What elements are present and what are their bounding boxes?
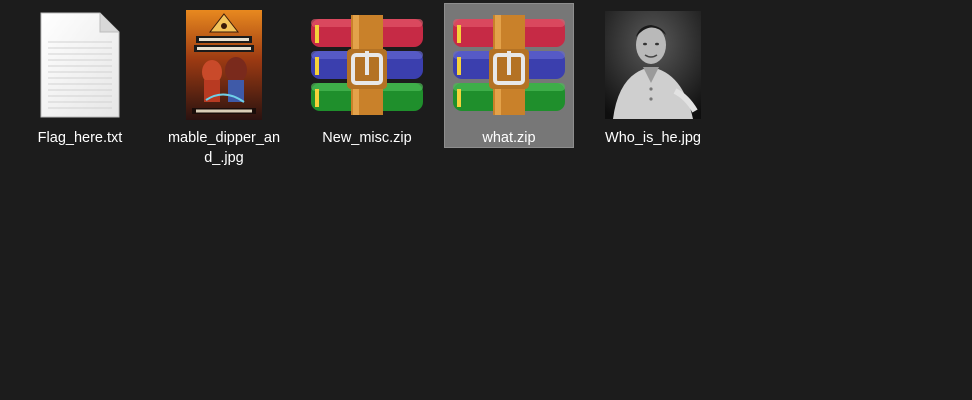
file-item-what-zip[interactable]: what.zip [444,3,574,148]
file-name-label: what.zip [482,130,536,146]
image-thumbnail-icon [186,10,262,120]
file-item-mable-dipper[interactable]: mable_dipper_and_.jpg [159,3,289,166]
file-name-label: Flag_here.txt [37,130,123,146]
file-name-label: New_misc.zip [322,130,412,146]
file-item-flag-here[interactable]: Flag_here.txt [15,3,145,148]
file-item-who-is-he[interactable]: Who_is_he.jpg [588,3,718,148]
winrar-archive-icon [309,15,425,115]
text-file-icon [40,12,120,118]
file-name-label: mable_dipper_and_.jpg [167,130,281,166]
photo-thumbnail-icon [605,11,701,119]
file-explorer-view: Flag_here.txt mable_dipper_and_.jpg New_… [0,0,972,400]
file-name-label: Who_is_he.jpg [605,130,701,146]
file-item-new-misc[interactable]: New_misc.zip [302,3,432,148]
winrar-archive-icon [451,15,567,115]
